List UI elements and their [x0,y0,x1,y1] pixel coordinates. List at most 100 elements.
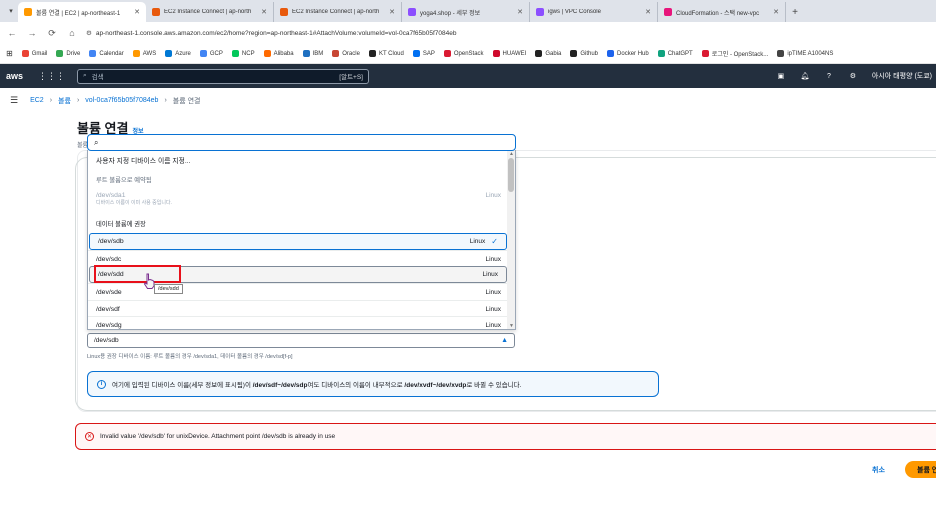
back-arrow-icon[interactable]: ← [6,28,18,38]
breadcrumb: ☰ EC2 › 볼륨 › vol-0ca7f65b05f7084eb › 볼륨 … [10,95,201,106]
aws-top-nav: aws ⋮⋮⋮ ⌕ 검색 [알트+S] ▣ 🔔︎ ? ⚙ 아시아 태평양 (도쿄… [0,64,936,88]
region-user-menu[interactable]: 아시아 태평양 (도쿄) [872,71,932,81]
info-text-pre: 여기에 입력된 디바이스 이름(세부 정보에 표시됨)이 [112,382,253,389]
bookmark-item[interactable]: Azure [165,50,191,57]
dropdown-option[interactable]: /dev/sdb Linux ✓ [89,233,507,250]
info-text-bold2: /dev/xvdf~/dev/xvdp [404,382,467,389]
bookmark-favicon-icon [443,50,451,57]
scrollbar-thumb[interactable] [508,158,514,192]
url-text: ap-northeast-1.console.aws.amazon.com/ec… [95,29,457,37]
error-alert: ✕ Invalid value '/dev/sdb' for unixDevic… [75,423,936,450]
cancel-button[interactable]: 취소 [872,465,885,475]
close-tab-icon[interactable]: ✕ [261,8,267,16]
bookmark-favicon-icon [535,50,543,57]
device-name-select[interactable]: /dev/sdb ▲ [87,333,515,348]
home-icon[interactable]: ⌂ [66,28,78,38]
option-tag: Linux [485,288,501,296]
option-label: /dev/sdf [96,305,120,313]
bell-icon[interactable]: 🔔︎ [800,72,810,80]
bookmark-item[interactable]: Drive [56,50,80,57]
option-label: /dev/sdb [98,238,124,245]
bookmark-item[interactable]: Alibaba [263,50,294,57]
bookmark-item[interactable]: Gabia [535,50,561,57]
dropdown-option[interactable]: /dev/sdg Linux [88,316,509,329]
browser-tab[interactable]: CloudFormation - 스택 new-vpc ✕ [658,2,786,22]
info-text-bold1: /dev/sdf~/dev/sdp [252,382,308,389]
close-tab-icon[interactable]: ✕ [645,8,651,16]
attach-volume-button[interactable]: 볼륨 연결 [905,461,936,478]
group-header-data: 데이터 볼륨에 권장 [88,216,509,230]
reload-icon[interactable]: ⟳ [46,28,58,39]
hamburger-menu-icon[interactable]: ☰ [10,95,18,106]
tab-list-chevron-icon[interactable]: ▾ [4,0,18,22]
close-tab-icon[interactable]: ✕ [517,8,523,16]
device-dropdown-list: 사용자 지정 디바이스 이름 지정... 루트 볼륨으로 예약됨 /dev/sd… [87,150,516,330]
scroll-down-icon[interactable]: ▼ [509,323,514,329]
bookmark-item[interactable]: ipTIME A1004NS [777,50,833,57]
tab-title: EC2 Instance Connect | ap-north [164,9,252,15]
bookmark-item[interactable]: Github [570,50,598,57]
search-icon: ⌕ [83,72,87,79]
bookmark-item[interactable]: AWS [132,50,157,57]
info-text-mid: 여도 디바이스의 이름이 내부적으로 [307,382,405,389]
bookmark-item[interactable]: Calendar [89,50,124,57]
bookmark-favicon-icon [199,50,207,57]
bookmark-item[interactable]: 로그인 - OpenStack... [701,49,768,58]
browser-tab[interactable]: EC2 Instance Connect | ap-north ✕ [274,2,402,22]
bookmark-favicon-icon [332,50,340,57]
tab-favicon [24,8,32,16]
scroll-up-icon[interactable]: ▲ [509,151,514,157]
browser-tab[interactable]: EC2 Instance Connect | ap-north ✕ [146,2,274,22]
bookmark-item[interactable]: OpenStack [443,50,484,57]
bookmark-label: IBM [312,50,324,57]
info-alert: i 여기에 입력된 디바이스 이름(세부 정보에 표시됨)이 /dev/sdf~… [87,371,659,397]
bookmark-item[interactable]: NCP [231,50,255,57]
custom-device-option[interactable]: 사용자 지정 디바이스 이름 지정... [88,152,509,168]
bookmark-label: AWS [142,50,157,57]
bookmark-item[interactable]: Docker Hub [607,50,649,57]
aws-search-input[interactable]: ⌕ 검색 [알트+S] [77,68,369,84]
browser-tab[interactable]: yoga4.shop - 세부 정보 ✕ [402,2,530,22]
breadcrumb-link-volumes[interactable]: 볼륨 [58,96,71,106]
bookmark-item[interactable]: HUAWEI [492,50,526,57]
bookmark-item[interactable]: ChatGPT [657,50,693,57]
bookmark-item[interactable]: GCP [199,50,223,57]
bookmark-label: ipTIME A1004NS [787,50,834,57]
aws-logo[interactable]: aws [6,71,28,81]
dropdown-option[interactable]: /dev/sdf Linux [88,300,509,317]
dropdown-scrollbar[interactable]: ▲ ▼ [507,150,515,329]
services-grid-icon[interactable]: ⋮⋮⋮ [38,71,65,82]
apps-grid-icon[interactable]: ⊞ [6,49,13,58]
device-filter-input[interactable]: ⌕ [87,134,516,151]
bookmark-item[interactable]: SAP [412,50,435,57]
gear-icon[interactable]: ⚙ [848,72,858,80]
new-tab-plus-icon[interactable]: + [786,2,804,22]
browser-tab-bar: ▾ 볼륨 연결 | EC2 | ap-northeast-1 ✕ EC2 Ins… [0,0,936,22]
tab-favicon [280,8,288,16]
browser-tab[interactable]: igws | VPC Console ✕ [530,2,658,22]
bookmark-favicon-icon [89,50,97,57]
error-alert-text: Invalid value '/dev/sdb' for unixDevice.… [100,433,336,440]
search-placeholder: 검색 [91,74,104,81]
bookmark-favicon-icon [302,50,310,57]
breadcrumb-link-ec2[interactable]: EC2 [30,97,44,104]
bookmark-item[interactable]: Oracle [332,50,360,57]
forward-arrow-icon[interactable]: → [26,28,38,38]
site-info-icon[interactable]: ⚙ [86,29,92,37]
breadcrumb-link-volume-id[interactable]: vol-0ca7f65b05f7084eb [85,97,158,104]
close-tab-icon[interactable]: ✕ [773,8,779,16]
bookmark-item[interactable]: Gmail [21,50,47,57]
bookmark-favicon-icon [701,50,709,57]
close-tab-icon[interactable]: ✕ [134,8,140,16]
bookmark-item[interactable]: IBM [302,50,324,57]
close-tab-icon[interactable]: ✕ [389,8,395,16]
url-field[interactable]: ⚙ ap-northeast-1.console.aws.amazon.com/… [86,29,936,38]
bookmark-favicon-icon [570,50,578,57]
cloudshell-icon[interactable]: ▣ [776,72,786,80]
bookmark-favicon-icon [21,50,29,57]
help-icon[interactable]: ? [824,73,834,80]
bookmark-label: NCP [241,50,255,57]
browser-tab[interactable]: 볼륨 연결 | EC2 | ap-northeast-1 ✕ [18,2,146,22]
root-option-desc: 디바이스 이름이 이미 사용 중입니다. [96,200,172,206]
bookmark-item[interactable]: KT Cloud [368,50,404,57]
